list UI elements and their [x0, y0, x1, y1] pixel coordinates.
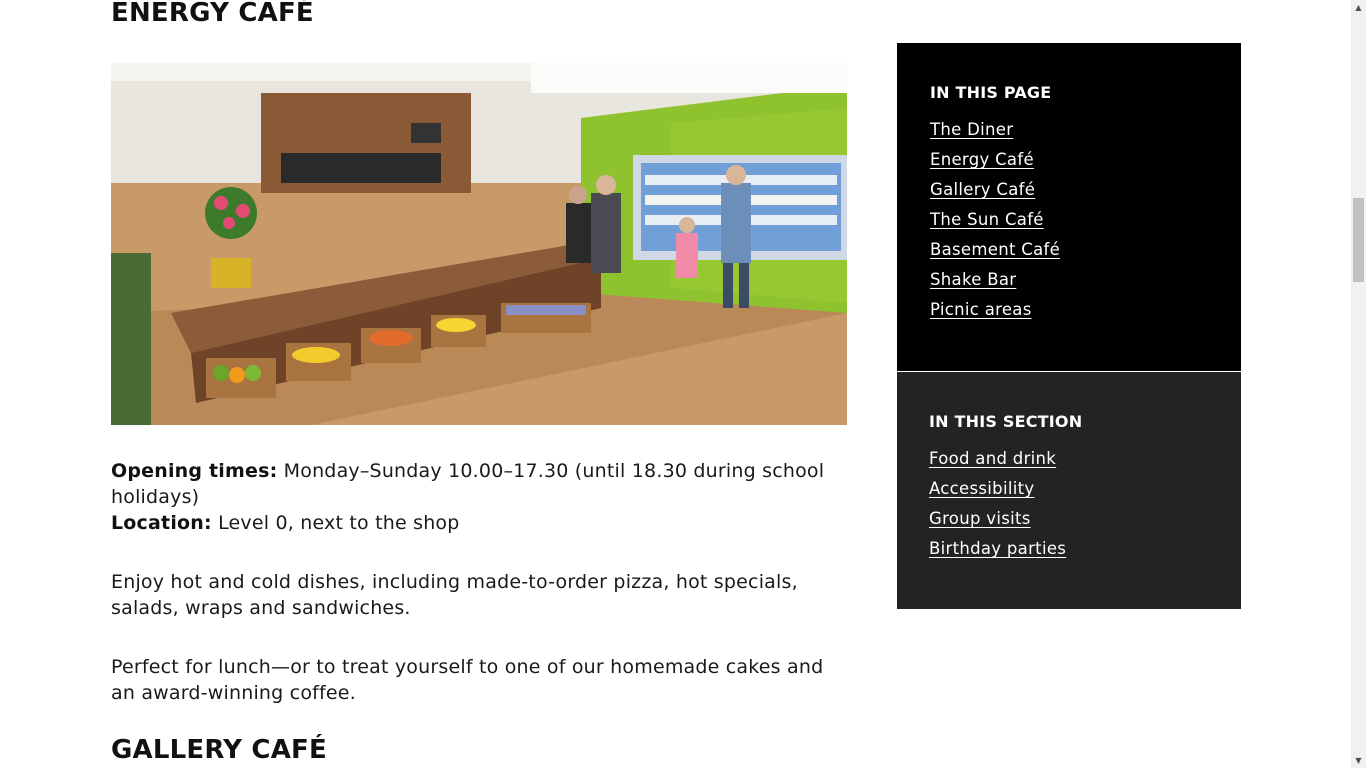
- link-shake-bar[interactable]: Shake Bar: [930, 270, 1016, 289]
- link-the-diner[interactable]: The Diner: [930, 120, 1013, 139]
- link-birthday-parties[interactable]: Birthday parties: [929, 539, 1066, 558]
- link-food-and-drink[interactable]: Food and drink: [929, 449, 1056, 468]
- description-paragraph-1: Enjoy hot and cold dishes, including mad…: [111, 569, 851, 621]
- list-item: The Diner: [930, 117, 1209, 147]
- energy-cafe-photo: [111, 63, 847, 425]
- in-this-page-list: The Diner Energy Café Gallery Café The S…: [930, 117, 1209, 327]
- scrollbar-thumb[interactable]: [1353, 198, 1364, 282]
- in-this-page-heading: IN THIS PAGE: [930, 83, 1052, 102]
- link-basement-cafe[interactable]: Basement Café: [930, 240, 1060, 259]
- link-accessibility[interactable]: Accessibility: [929, 479, 1034, 498]
- opening-times: Opening times: Monday–Sunday 10.00–17.30…: [111, 458, 851, 510]
- scroll-up-arrow-icon[interactable]: ▲: [1351, 0, 1366, 15]
- opening-info: Opening times: Monday–Sunday 10.00–17.30…: [111, 458, 851, 536]
- in-this-section-heading: IN THIS SECTION: [929, 412, 1083, 431]
- list-item: Basement Café: [930, 237, 1209, 267]
- scroll-down-arrow-icon[interactable]: ▼: [1351, 753, 1366, 768]
- list-item: Group visits: [929, 506, 1209, 536]
- list-item: Picnic areas: [930, 297, 1209, 327]
- in-this-section-box: IN THIS SECTION Food and drink Accessibi…: [897, 372, 1241, 609]
- list-item: Gallery Café: [930, 177, 1209, 207]
- gallery-cafe-heading: GALLERY CAFÉ: [111, 735, 327, 765]
- description-paragraph-2: Perfect for lunch—or to treat yourself t…: [111, 654, 851, 706]
- link-energy-cafe[interactable]: Energy Café: [930, 150, 1034, 169]
- location: Location: Level 0, next to the shop: [111, 510, 851, 536]
- link-gallery-cafe[interactable]: Gallery Café: [930, 180, 1035, 199]
- list-item: Energy Café: [930, 147, 1209, 177]
- location-value: Level 0, next to the shop: [211, 512, 460, 534]
- location-label: Location:: [111, 512, 212, 534]
- list-item: The Sun Café: [930, 207, 1209, 237]
- description-text-1: Enjoy hot and cold dishes, including mad…: [111, 571, 798, 619]
- opening-times-label: Opening times:: [111, 460, 278, 482]
- list-item: Shake Bar: [930, 267, 1209, 297]
- description-text-2: Perfect for lunch—or to treat yourself t…: [111, 656, 824, 704]
- vertical-scrollbar[interactable]: ▲ ▼: [1351, 0, 1366, 768]
- link-the-sun-cafe[interactable]: The Sun Café: [930, 210, 1044, 229]
- in-this-page-box: IN THIS PAGE The Diner Energy Café Galle…: [897, 43, 1241, 371]
- in-this-section-list: Food and drink Accessibility Group visit…: [929, 446, 1209, 566]
- link-picnic-areas[interactable]: Picnic areas: [930, 300, 1032, 319]
- link-group-visits[interactable]: Group visits: [929, 509, 1031, 528]
- energy-cafe-heading: ENERGY CAFÉ: [111, 0, 314, 28]
- list-item: Food and drink: [929, 446, 1209, 476]
- list-item: Birthday parties: [929, 536, 1209, 566]
- list-item: Accessibility: [929, 476, 1209, 506]
